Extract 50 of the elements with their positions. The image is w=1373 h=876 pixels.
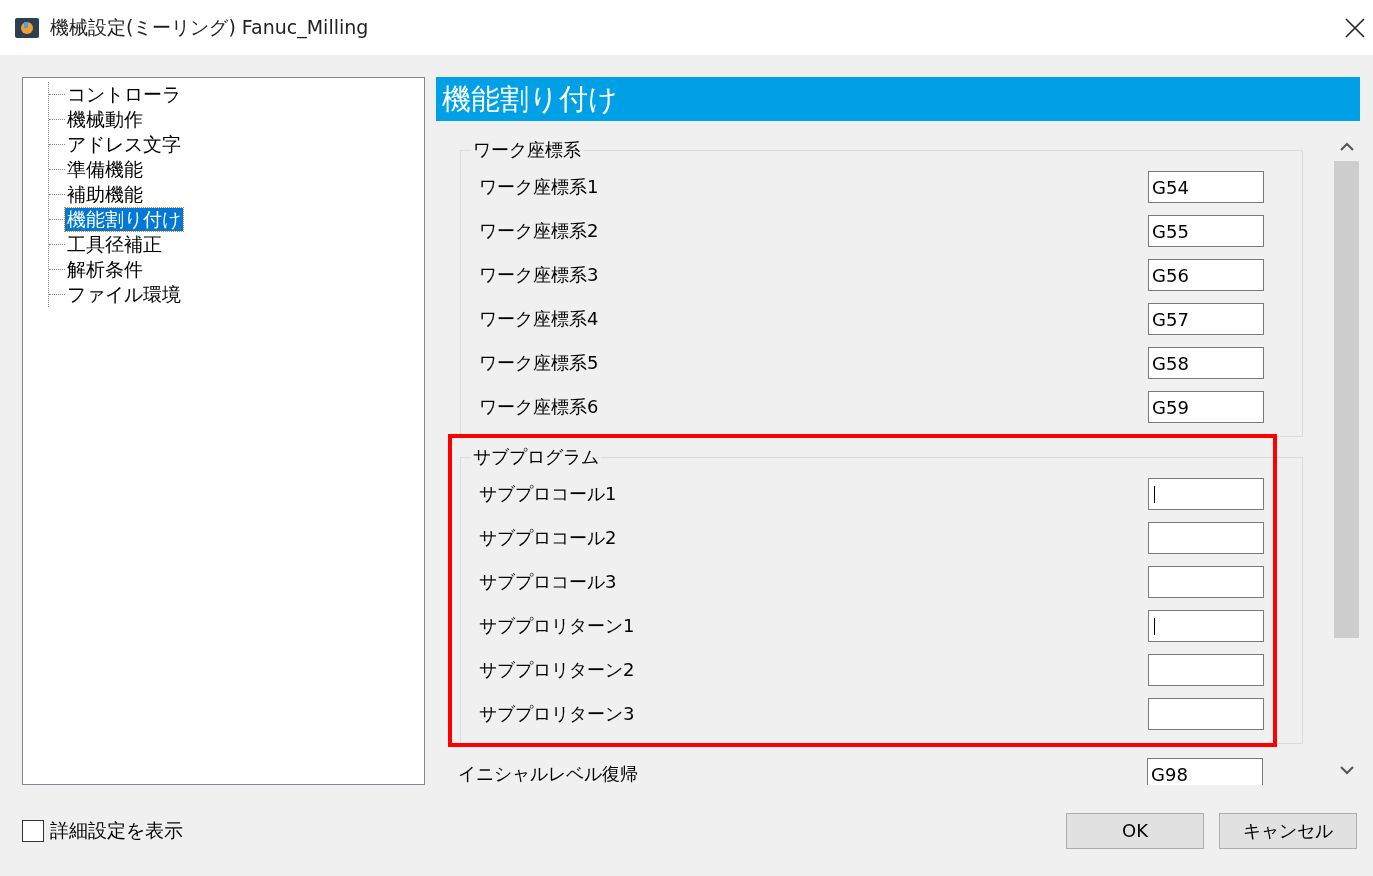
- input-field[interactable]: [1148, 610, 1264, 642]
- input-field[interactable]: G57: [1148, 303, 1264, 335]
- app-icon: [14, 16, 40, 39]
- close-icon[interactable]: [1345, 17, 1365, 38]
- group-title: ワーク座標系: [471, 138, 583, 162]
- input-field[interactable]: [1148, 522, 1264, 554]
- field-label: ワーク座標系6: [478, 395, 600, 419]
- checkbox-label[interactable]: 詳細設定を表示: [50, 817, 183, 844]
- scroll-down-icon[interactable]: [1339, 766, 1354, 775]
- panel-header: 機能割り付け: [436, 77, 1360, 121]
- field-label: サブプロリターン1: [478, 614, 636, 638]
- input-field[interactable]: [1148, 698, 1264, 730]
- field-label: サブプロリターン2: [478, 658, 636, 682]
- tree-item[interactable]: 補助機能: [65, 183, 145, 206]
- tree-item[interactable]: 解析条件: [65, 258, 145, 281]
- input-field[interactable]: [1148, 478, 1264, 510]
- field-label: サブプロコール2: [478, 526, 618, 550]
- field-label: ワーク座標系4: [478, 307, 600, 331]
- field-label: ワーク座標系3: [478, 263, 600, 287]
- field-label: サブプロリターン3: [478, 702, 636, 726]
- field-label: サブプロコール1: [478, 482, 618, 506]
- input-field[interactable]: G54: [1148, 171, 1264, 203]
- field-label: イニシャルレベル復帰: [457, 762, 639, 785]
- scrollbar-thumb[interactable]: [1334, 161, 1359, 638]
- scroll-up-icon[interactable]: [1339, 142, 1354, 151]
- tree-item[interactable]: 機械動作: [65, 108, 145, 131]
- dialog-button[interactable]: キャンセル: [1219, 812, 1357, 849]
- dialog-button[interactable]: OK: [1066, 812, 1204, 849]
- field-label: ワーク座標系1: [478, 175, 600, 199]
- tree-item[interactable]: 準備機能: [65, 158, 145, 181]
- input-field[interactable]: [1148, 566, 1264, 598]
- field-label: ワーク座標系2: [478, 219, 600, 243]
- tree-item[interactable]: 工具径補正: [65, 233, 164, 256]
- text-cursor: [1154, 485, 1155, 503]
- field-label: サブプロコール3: [478, 570, 618, 594]
- input-field[interactable]: G98: [1147, 758, 1263, 785]
- tree-item[interactable]: アドレス文字: [65, 133, 183, 156]
- input-field[interactable]: G59: [1148, 391, 1264, 423]
- window-title: 機械設定(ミーリング) Fanuc_Milling: [50, 14, 370, 41]
- text-cursor: [1154, 617, 1155, 635]
- tree-item[interactable]: ファイル環境: [65, 283, 183, 306]
- tree-item[interactable]: 機能割り付け: [65, 208, 183, 231]
- field-label: ワーク座標系5: [478, 351, 600, 375]
- tree-item[interactable]: コントローラ: [65, 83, 183, 106]
- input-field[interactable]: G58: [1148, 347, 1264, 379]
- input-field[interactable]: G55: [1148, 215, 1264, 247]
- input-field[interactable]: [1148, 654, 1264, 686]
- input-field[interactable]: G56: [1148, 259, 1264, 291]
- group-title: サブプログラム: [471, 445, 601, 469]
- checkbox[interactable]: [22, 819, 44, 842]
